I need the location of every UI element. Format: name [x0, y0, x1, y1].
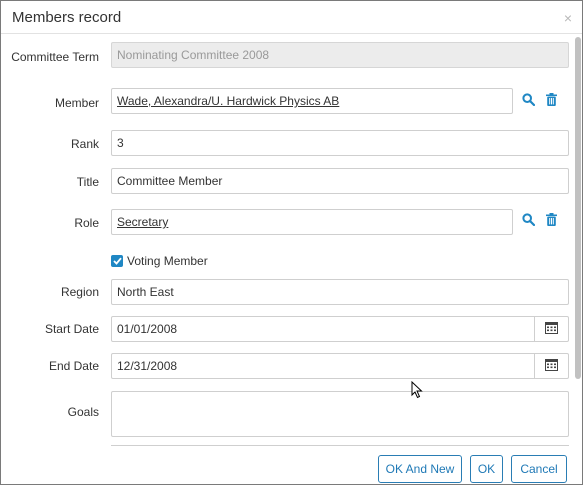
region-label: Region [60, 285, 99, 299]
title-label: Title [76, 175, 99, 189]
role-search-icon[interactable] [520, 211, 536, 227]
committee-term-label: Committee Term [11, 50, 99, 64]
goals-textarea[interactable] [111, 391, 569, 437]
mouse-pointer-icon [411, 380, 423, 402]
scrollbar-thumb[interactable] [575, 37, 581, 379]
role-label: Role [74, 216, 99, 230]
end-date-calendar-button[interactable] [534, 353, 569, 379]
calendar-icon [545, 358, 558, 374]
members-record-dialog: Members record × Committee Term Nominati… [0, 0, 583, 485]
ok-button[interactable]: OK [470, 455, 503, 483]
rank-input[interactable]: 3 [111, 130, 569, 156]
end-date-input[interactable]: 12/31/2008 [111, 353, 535, 379]
region-value: North East [117, 285, 174, 299]
committee-term-field: Nominating Committee 2008 [111, 42, 569, 68]
close-icon[interactable]: × [564, 10, 572, 26]
rank-label: Rank [70, 137, 99, 151]
voting-member-label[interactable]: Voting Member [127, 254, 208, 268]
vertical-scrollbar[interactable] [574, 35, 582, 447]
title-input[interactable]: Committee Member [111, 168, 569, 194]
member-field[interactable]: Wade, Alexandra/U. Hardwick Physics AB [111, 88, 513, 114]
role-link[interactable]: Secretary [117, 215, 168, 229]
start-date-value: 01/01/2008 [117, 322, 178, 336]
ok-and-new-button[interactable]: OK And New [378, 455, 462, 483]
rank-value: 3 [117, 136, 124, 150]
member-label: Member [54, 96, 99, 110]
member-link[interactable]: Wade, Alexandra/U. Hardwick Physics AB [117, 94, 339, 108]
start-date-input[interactable]: 01/01/2008 [111, 316, 535, 342]
dialog-title: Members record [12, 9, 122, 26]
end-date-label: End Date [48, 359, 99, 373]
goals-label: Goals [67, 405, 99, 419]
committee-term-value: Nominating Committee 2008 [117, 48, 270, 62]
dialog-footer: OK And New OK Cancel [1, 447, 582, 485]
calendar-icon [545, 321, 558, 337]
end-date-value: 12/31/2008 [117, 359, 178, 373]
start-date-label: Start Date [44, 322, 99, 336]
role-trash-icon[interactable] [543, 211, 559, 227]
dialog-titlebar: Members record × [1, 1, 582, 34]
role-field[interactable]: Secretary [111, 209, 513, 235]
title-value: Committee Member [117, 174, 223, 188]
member-trash-icon[interactable] [543, 91, 559, 107]
member-search-icon[interactable] [520, 91, 536, 107]
form-scroll-area: Committee Term Nominating Committee 2008… [1, 35, 573, 447]
start-date-calendar-button[interactable] [534, 316, 569, 342]
cancel-button[interactable]: Cancel [511, 455, 567, 483]
voting-member-checkbox[interactable] [111, 255, 123, 267]
region-input[interactable]: North East [111, 279, 569, 305]
